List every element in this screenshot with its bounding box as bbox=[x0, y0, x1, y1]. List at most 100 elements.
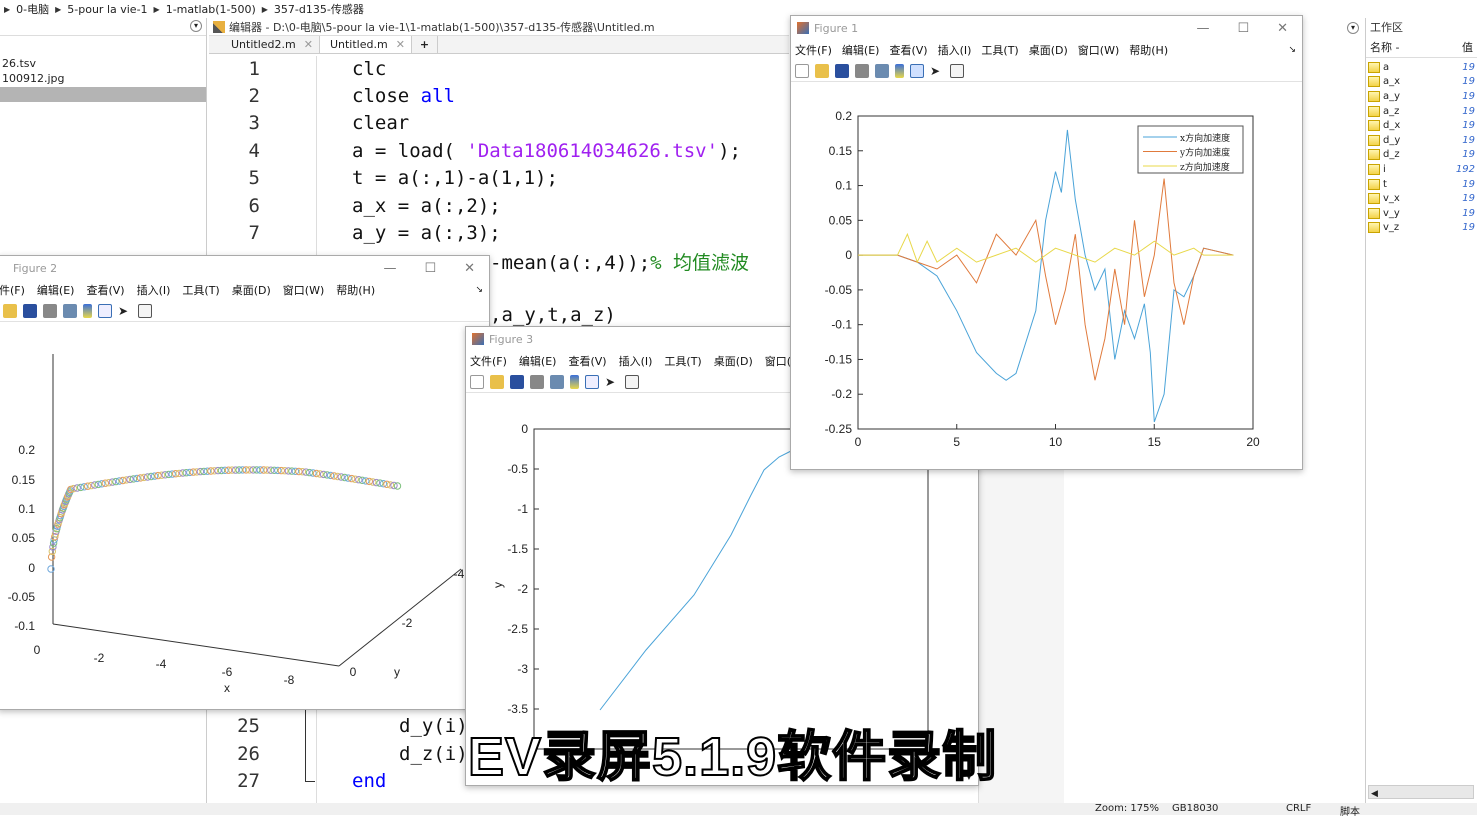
legend-icon[interactable] bbox=[585, 374, 599, 389]
workspace-variable-row[interactable]: d_z 19 bbox=[1366, 148, 1477, 163]
maximize-icon[interactable]: ☐ bbox=[1237, 21, 1249, 36]
scroll-left-icon[interactable]: ◀ bbox=[1369, 789, 1378, 799]
figure-title-bar[interactable]: Figure 1 — ☐ ✕ bbox=[791, 16, 1302, 40]
code-line[interactable]: a = load( 'Data180614034626.tsv'); bbox=[352, 140, 741, 162]
workspace-variable-row[interactable]: a_x 19 bbox=[1366, 75, 1477, 90]
figure-1-window[interactable]: Figure 1 — ☐ ✕ 文件(F) 编辑(E) 查看(V) 插入(I) 工具(… bbox=[790, 15, 1303, 470]
link-plot-icon[interactable] bbox=[550, 374, 564, 389]
close-icon[interactable]: ✕ bbox=[304, 36, 313, 53]
property-editor-icon[interactable] bbox=[950, 63, 964, 78]
workspace-variable-row[interactable]: a_y 19 bbox=[1366, 89, 1477, 104]
link-plot-icon[interactable] bbox=[875, 63, 889, 78]
new-figure-icon[interactable] bbox=[795, 63, 809, 78]
close-icon[interactable]: ✕ bbox=[464, 261, 475, 276]
workspace-variable-row[interactable]: v_z 19 bbox=[1366, 221, 1477, 236]
workspace-variable-row[interactable]: d_y 19 bbox=[1366, 133, 1477, 148]
figure-2-window[interactable]: Figure 2 — ☐ ✕ 件(F) 编辑(E) 查看(V) 插入(I) 工具(T… bbox=[0, 255, 490, 710]
selected-file-row[interactable] bbox=[0, 87, 206, 102]
code-line[interactable]: t = a(:,1)-a(1,1); bbox=[352, 167, 558, 189]
menu-insert[interactable]: 插入(I) bbox=[137, 282, 171, 298]
panel-menu-icon[interactable]: ▾ bbox=[190, 20, 202, 32]
menu-window[interactable]: 窗口(W) bbox=[283, 282, 324, 298]
pointer-icon[interactable]: ➤ bbox=[118, 304, 132, 318]
print-icon[interactable] bbox=[43, 303, 57, 318]
workspace-variable-row[interactable]: i 192 bbox=[1366, 162, 1477, 177]
code-line[interactable]: end bbox=[352, 770, 386, 792]
horizontal-scrollbar[interactable]: ◀ bbox=[1368, 785, 1474, 799]
tab-untitled[interactable]: Untitled.m ✕ bbox=[319, 36, 412, 53]
menu-help[interactable]: 帮助(H) bbox=[336, 282, 375, 298]
property-editor-icon[interactable] bbox=[625, 374, 639, 389]
menu-edit[interactable]: 编辑(E) bbox=[37, 282, 75, 298]
save-icon[interactable] bbox=[23, 303, 37, 318]
legend-icon[interactable] bbox=[98, 303, 112, 318]
code-line[interactable]: a_x = a(:,2); bbox=[352, 195, 501, 217]
menu-desktop[interactable]: 桌面(D) bbox=[714, 353, 753, 369]
legend-icon[interactable] bbox=[910, 63, 924, 78]
menu-desktop[interactable]: 桌面(D) bbox=[232, 282, 271, 298]
open-folder-icon[interactable] bbox=[3, 303, 17, 318]
menu-view[interactable]: 查看(V) bbox=[568, 353, 606, 369]
print-icon[interactable] bbox=[855, 63, 869, 78]
dock-arrow-icon[interactable]: ↘ bbox=[475, 285, 483, 295]
workspace-menu-icon[interactable]: ▾ bbox=[1347, 22, 1359, 34]
breadcrumb-item-1[interactable]: 0-电脑 bbox=[16, 1, 49, 17]
open-folder-icon[interactable] bbox=[490, 374, 504, 389]
code-line[interactable]: d_y(i) bbox=[399, 715, 468, 737]
workspace-variable-row[interactable]: d_x 19 bbox=[1366, 118, 1477, 133]
code-line[interactable]: a_y = a(:,3); bbox=[352, 222, 501, 244]
menu-edit[interactable]: 编辑(E) bbox=[519, 353, 557, 369]
save-icon[interactable] bbox=[510, 374, 524, 389]
link-plot-icon[interactable] bbox=[63, 303, 77, 318]
menu-file[interactable]: 文件(F) bbox=[795, 42, 832, 58]
code-line-8-partial[interactable]: -mean(a(:,4));% 均值滤波 bbox=[490, 248, 749, 275]
menu-tools[interactable]: 工具(T) bbox=[182, 282, 219, 298]
menu-help[interactable]: 帮助(H) bbox=[1129, 42, 1168, 58]
workspace-variable-row[interactable]: t 19 bbox=[1366, 177, 1477, 192]
breadcrumb-item-4[interactable]: 357-d135-传感器 bbox=[274, 1, 364, 17]
code-line[interactable]: clear bbox=[352, 112, 409, 134]
menu-edit[interactable]: 编辑(E) bbox=[842, 42, 880, 58]
breadcrumb-item-2[interactable]: 5-pour la vie-1 bbox=[67, 3, 147, 16]
workspace-variable-row[interactable]: a_z 19 bbox=[1366, 104, 1477, 119]
close-icon[interactable]: ✕ bbox=[396, 36, 405, 53]
menu-view[interactable]: 查看(V) bbox=[86, 282, 124, 298]
minimize-icon[interactable]: — bbox=[383, 261, 396, 276]
close-icon[interactable]: ✕ bbox=[1277, 21, 1288, 36]
maximize-icon[interactable]: ☐ bbox=[424, 261, 436, 276]
tab-untitled2[interactable]: Untitled2.m ✕ bbox=[209, 36, 320, 53]
new-figure-icon[interactable] bbox=[470, 374, 484, 389]
code-line[interactable]: clc bbox=[352, 58, 386, 80]
file-item[interactable]: 26.tsv bbox=[0, 56, 206, 71]
code-line[interactable]: d_z(i) bbox=[399, 743, 468, 765]
colorbar-icon[interactable] bbox=[83, 303, 92, 318]
pointer-icon[interactable]: ➤ bbox=[605, 375, 619, 389]
file-item[interactable]: 100912.jpg bbox=[0, 71, 206, 86]
figure-title-bar[interactable]: Figure 2 — ☐ ✕ bbox=[0, 256, 489, 280]
open-folder-icon[interactable] bbox=[815, 63, 829, 78]
column-value[interactable]: 值 bbox=[1462, 39, 1473, 55]
pointer-icon[interactable]: ➤ bbox=[930, 64, 944, 78]
menu-window[interactable]: 窗口(W) bbox=[1078, 42, 1119, 58]
property-editor-icon[interactable] bbox=[138, 303, 152, 318]
workspace-variable-row[interactable]: v_y 19 bbox=[1366, 206, 1477, 221]
dock-arrow-icon[interactable]: ↘ bbox=[1288, 45, 1296, 55]
breadcrumb-item-3[interactable]: 1-matlab(1-500) bbox=[166, 3, 256, 16]
add-tab-button[interactable]: + bbox=[412, 36, 439, 53]
colorbar-icon[interactable] bbox=[570, 374, 579, 389]
menu-file[interactable]: 文件(F) bbox=[470, 353, 507, 369]
workspace-variable-row[interactable]: a 19 bbox=[1366, 60, 1477, 75]
colorbar-icon[interactable] bbox=[895, 63, 904, 78]
code-line-9-partial[interactable]: ,a_y,t,a_z) bbox=[490, 304, 616, 326]
workspace-variable-row[interactable]: v_x 19 bbox=[1366, 191, 1477, 206]
save-icon[interactable] bbox=[835, 63, 849, 78]
menu-file[interactable]: 件(F) bbox=[0, 282, 25, 298]
print-icon[interactable] bbox=[530, 374, 544, 389]
minimize-icon[interactable]: — bbox=[1196, 21, 1209, 36]
menu-insert[interactable]: 插入(I) bbox=[619, 353, 653, 369]
menu-view[interactable]: 查看(V) bbox=[889, 42, 927, 58]
menu-tools[interactable]: 工具(T) bbox=[981, 42, 1018, 58]
code-line[interactable]: close all bbox=[352, 85, 455, 107]
column-name[interactable]: 名称 - bbox=[1370, 39, 1399, 55]
menu-tools[interactable]: 工具(T) bbox=[664, 353, 701, 369]
